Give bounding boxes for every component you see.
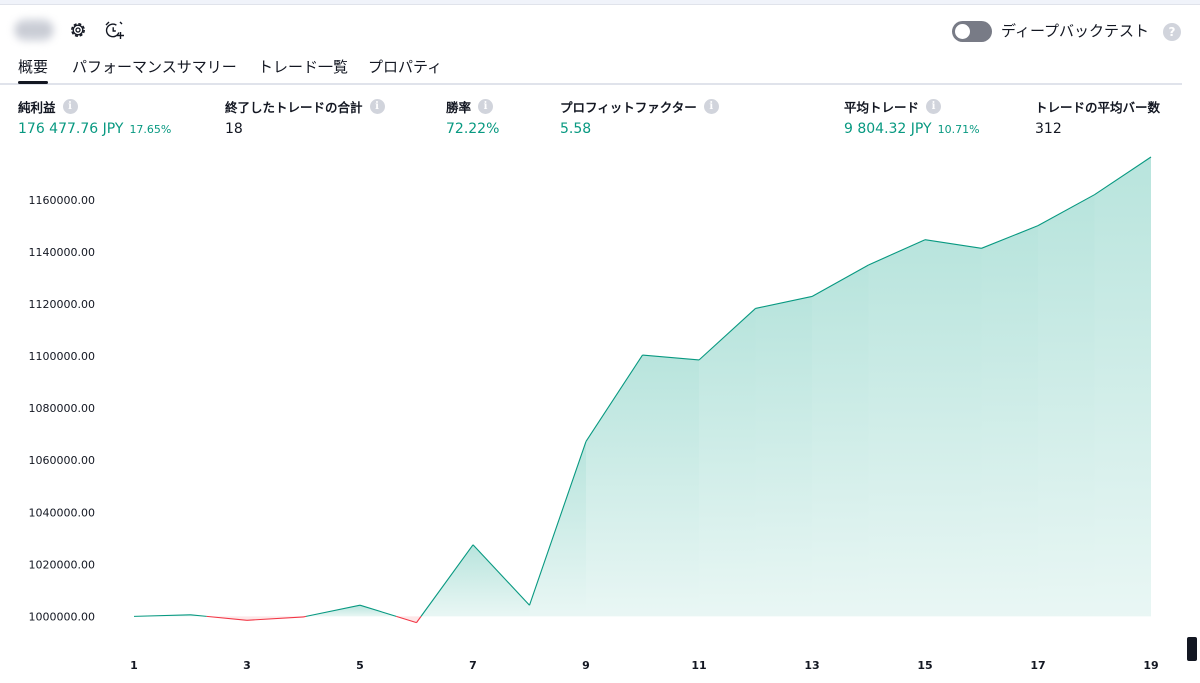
y-tick-label: 1020000.00 [29,558,95,571]
tab-bar: 概要 パフォーマンスサマリー トレード一覧 プロパティ [0,52,1182,85]
x-tick-label: 3 [243,659,251,672]
equity-chart-svg: 1000000.00 1020000.00 1040000.00 1060000.00… [29,156,1159,672]
x-tick-label: 1 [130,659,138,672]
metric-label: 純利益 [18,100,56,115]
tab-trade-list[interactable]: トレード一覧 [258,56,348,77]
tab-properties[interactable]: プロパティ [368,56,442,77]
equity-area-segment [1094,157,1151,617]
toolbar: ~~~ ディープバックテスト ? [0,12,1200,48]
y-tick-label: 1160000.00 [29,194,95,207]
deep-backtest-label: ディープバックテスト [1001,22,1150,40]
metric-percent-profitable: 勝率 i 72.22% [446,97,499,137]
tab-performance-summary[interactable]: パフォーマンスサマリー [72,56,237,77]
y-tick-label: 1080000.00 [29,402,95,415]
question-icon[interactable]: ? [1163,23,1181,41]
metric-percent: 10.71% [937,123,980,136]
equity-area-segment [473,544,530,617]
metric-value: 72.22% [446,121,500,137]
strategy-name[interactable]: ~~~ [14,19,54,41]
equity-area-segment [812,264,869,617]
y-tick-label: 1120000.00 [29,298,95,311]
x-tick-label: 7 [469,659,477,672]
y-tick-label: 1140000.00 [29,246,95,259]
x-tick-label: 5 [356,659,364,672]
y-tick-label: 1060000.00 [29,454,95,467]
equity-area-segment [868,239,925,617]
gear-icon[interactable] [67,19,89,41]
equity-chart[interactable]: 1000000.00 1020000.00 1040000.00 1060000.00… [0,140,1200,683]
metric-value: 312 [1035,121,1062,137]
metric-label: 勝率 [446,100,472,115]
info-icon[interactable]: i [478,99,494,114]
equity-area-segment [925,239,982,617]
x-tick-label: 19 [1143,659,1158,672]
metric-net-profit: 純利益 i 176 477.76 JPY 17.65% [18,97,171,137]
info-icon[interactable]: i [926,99,942,114]
info-icon[interactable]: i [369,99,385,114]
x-tick-label: 11 [691,659,706,672]
x-tick-label: 17 [1030,659,1045,672]
top-border [0,0,1200,5]
metric-value: 5.58 [560,121,592,137]
equity-area-segment [981,225,1038,617]
equity-area-segment [642,355,699,617]
metric-value: 18 [225,121,243,137]
metric-label: トレードの平均バー数 [1035,100,1161,115]
toggle-knob [955,24,970,39]
info-icon[interactable]: i [703,99,719,114]
equity-area-segment [586,355,643,617]
metric-avg-bars: トレードの平均バー数 312 [1035,97,1160,137]
metric-value: 176 477.76 JPY [18,121,124,137]
deep-backtest-toggle[interactable] [952,21,992,42]
metric-profit-factor: プロフィットファクター i 5.58 [560,97,719,137]
metric-label: プロフィットファクター [560,100,697,115]
metric-percent: 17.65% [129,123,172,136]
x-tick-label: 13 [804,659,819,672]
metric-value: 9 804.32 JPY [844,121,932,137]
scrollbar-thumb[interactable] [1187,637,1197,661]
tab-overview[interactable]: 概要 [18,56,49,84]
alarm-clock-plus-icon[interactable] [103,19,125,41]
x-tick-label: 15 [917,659,932,672]
equity-area-segment [699,308,756,617]
equity-area-segment [1038,194,1095,617]
metric-label: 平均トレード [844,100,920,115]
y-tick-label: 1000000.00 [29,610,95,623]
metric-label: 終了したトレードの合計 [225,100,363,115]
metric-avg-trade: 平均トレード i 9 804.32 JPY 10.71% [844,97,980,137]
y-tick-label: 1040000.00 [29,506,95,519]
y-tick-label: 1100000.00 [29,350,95,363]
drawdown-line-segment [303,615,307,618]
equity-area-segment [755,296,812,617]
metric-total-closed-trades: 終了したトレードの合計 i 18 [225,97,385,137]
info-icon[interactable]: i [62,99,78,114]
x-tick-label: 9 [582,659,590,672]
